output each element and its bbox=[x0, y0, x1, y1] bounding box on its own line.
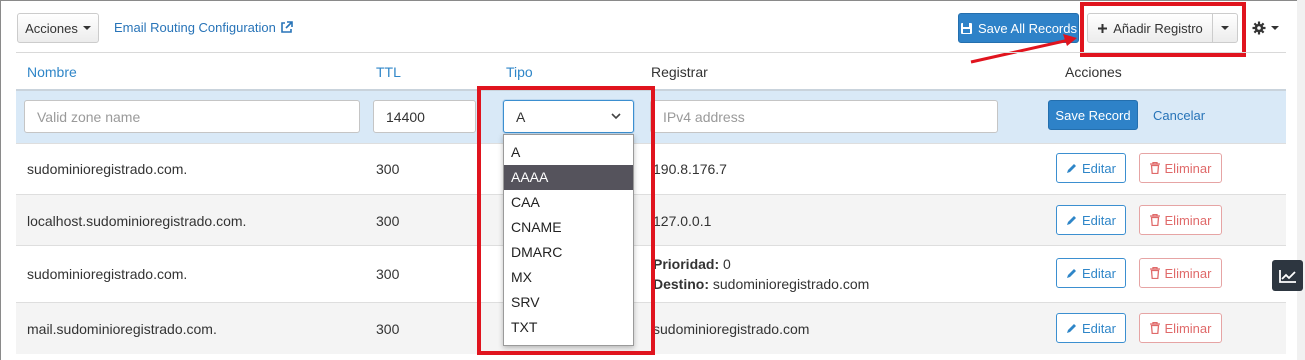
pencil-icon bbox=[1067, 163, 1077, 173]
record-type-select[interactable]: A bbox=[503, 100, 634, 133]
row-priority: Prioridad: 0 bbox=[653, 256, 731, 272]
delete-label: Eliminar bbox=[1164, 320, 1212, 336]
row-record: sudominioregistrado.com bbox=[653, 321, 810, 337]
type-option-a[interactable]: A bbox=[504, 140, 633, 165]
add-record-options-button[interactable] bbox=[1212, 13, 1238, 43]
pencil-icon bbox=[1067, 268, 1077, 278]
delete-button[interactable]: Eliminar bbox=[1139, 313, 1222, 343]
type-option-txt[interactable]: TXT bbox=[504, 315, 633, 340]
destination-label: Destino: bbox=[653, 276, 709, 292]
row-name: sudominioregistrado.com. bbox=[27, 161, 188, 177]
delete-label: Eliminar bbox=[1164, 265, 1212, 281]
plus-icon bbox=[1098, 23, 1108, 33]
edit-label: Editar bbox=[1082, 212, 1116, 228]
type-option-cname[interactable]: CNAME bbox=[504, 215, 633, 240]
row-record: 127.0.0.1 bbox=[653, 213, 712, 229]
toolbar-divider bbox=[16, 52, 1286, 53]
row-ttl: 300 bbox=[376, 266, 400, 282]
edit-label: Editar bbox=[1082, 160, 1116, 176]
add-record-button[interactable]: Añadir Registro bbox=[1087, 13, 1213, 43]
trash-icon bbox=[1149, 322, 1160, 334]
table-row: sudominioregistrado.com. 300 190.8.176.7… bbox=[16, 143, 1286, 194]
save-record-label: Save Record bbox=[1055, 107, 1131, 123]
actions-dropdown-label: Acciones bbox=[25, 20, 78, 36]
column-header-ttl[interactable]: TTL bbox=[376, 64, 401, 80]
delete-label: Eliminar bbox=[1164, 160, 1212, 176]
row-record: 190.8.176.7 bbox=[653, 161, 727, 177]
trash-icon bbox=[1149, 267, 1160, 279]
type-option-srv[interactable]: SRV bbox=[504, 290, 633, 315]
delete-button[interactable]: Eliminar bbox=[1139, 205, 1222, 235]
column-header-actions: Acciones bbox=[1065, 64, 1122, 80]
stats-widget-button[interactable] bbox=[1272, 260, 1303, 291]
page-scrollbar[interactable] bbox=[1297, 0, 1305, 360]
delete-label: Eliminar bbox=[1164, 212, 1212, 228]
gear-icon bbox=[1252, 21, 1265, 35]
table-row: sudominioregistrado.com. 300 Prioridad: … bbox=[16, 245, 1286, 302]
record-type-options-list[interactable]: A AAAA CAA CNAME DMARC MX SRV TXT bbox=[503, 134, 634, 346]
column-header-name[interactable]: Nombre bbox=[27, 64, 77, 80]
row-name: localhost.sudominioregistrado.com. bbox=[27, 213, 247, 229]
caret-down-icon bbox=[82, 26, 91, 30]
email-routing-link[interactable]: Email Routing Configuration bbox=[114, 20, 293, 35]
column-header-record: Registrar bbox=[651, 64, 708, 80]
cancel-link[interactable]: Cancelar bbox=[1153, 108, 1205, 123]
add-record-label: Añadir Registro bbox=[1113, 20, 1203, 36]
row-ttl: 300 bbox=[376, 321, 400, 337]
row-destination: Destino: sudominioregistrado.com bbox=[653, 276, 869, 292]
window-top-border bbox=[0, 0, 1305, 1]
table-row: localhost.sudominioregistrado.com. 300 1… bbox=[16, 194, 1286, 245]
row-ttl: 300 bbox=[376, 161, 400, 177]
settings-dropdown-button[interactable] bbox=[1245, 13, 1285, 43]
priority-label: Prioridad: bbox=[653, 256, 720, 272]
edit-label: Editar bbox=[1082, 265, 1116, 281]
ttl-input[interactable]: 14400 bbox=[373, 100, 476, 133]
priority-value: 0 bbox=[723, 256, 731, 272]
type-option-aaaa[interactable]: AAAA bbox=[504, 165, 633, 190]
record-name-input[interactable]: Valid zone name bbox=[24, 100, 360, 133]
row-ttl: 300 bbox=[376, 213, 400, 229]
trash-icon bbox=[1149, 162, 1160, 174]
delete-button[interactable]: Eliminar bbox=[1139, 153, 1222, 183]
edit-button[interactable]: Editar bbox=[1056, 258, 1126, 288]
pencil-icon bbox=[1067, 215, 1077, 225]
delete-button[interactable]: Eliminar bbox=[1139, 258, 1222, 288]
actions-dropdown-button[interactable]: Acciones bbox=[17, 13, 99, 43]
save-record-button[interactable]: Save Record bbox=[1048, 100, 1138, 130]
type-option-mx[interactable]: MX bbox=[504, 265, 633, 290]
caret-down-icon bbox=[1221, 26, 1229, 30]
annotation-arrow-icon bbox=[970, 34, 1077, 64]
record-value-input[interactable]: IPv4 address bbox=[650, 100, 998, 133]
row-name: mail.sudominioregistrado.com. bbox=[27, 321, 217, 337]
trash-icon bbox=[1149, 214, 1160, 226]
trend-chart-icon bbox=[1278, 269, 1296, 283]
caret-down-icon bbox=[1270, 26, 1279, 30]
type-option-caa[interactable]: CAA bbox=[504, 190, 633, 215]
edit-button[interactable]: Editar bbox=[1056, 313, 1126, 343]
external-link-icon bbox=[281, 21, 293, 33]
destination-value: sudominioregistrado.com bbox=[712, 276, 870, 292]
pencil-icon bbox=[1067, 323, 1077, 333]
type-option-dmarc[interactable]: DMARC bbox=[504, 240, 633, 265]
edit-label: Editar bbox=[1082, 320, 1116, 336]
edit-button[interactable]: Editar bbox=[1056, 153, 1126, 183]
record-type-selected: A bbox=[516, 108, 526, 125]
column-header-type[interactable]: Tipo bbox=[506, 64, 533, 80]
email-routing-label: Email Routing Configuration bbox=[114, 20, 276, 35]
chevron-down-icon bbox=[611, 113, 621, 120]
window-left-border bbox=[0, 0, 1, 360]
row-name: sudominioregistrado.com. bbox=[27, 266, 188, 282]
table-row: mail.sudominioregistrado.com. 300 sudomi… bbox=[16, 302, 1286, 354]
edit-button[interactable]: Editar bbox=[1056, 205, 1126, 235]
